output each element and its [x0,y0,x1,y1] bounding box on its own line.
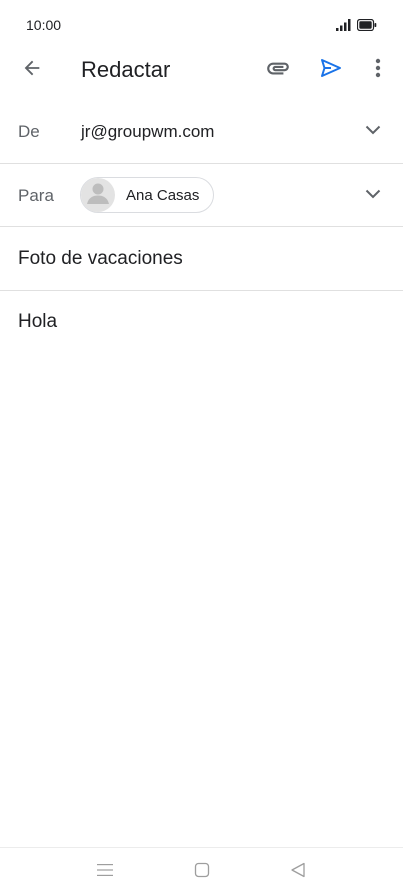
chevron-down-icon [365,186,381,204]
page-title: Redactar [81,57,171,82]
signal-icon [336,18,352,36]
back-button[interactable] [14,52,50,88]
subject-field[interactable]: Foto de vacaciones [18,248,183,270]
from-row: De jr@groupwm.com [0,100,403,164]
status-time: 10:00 [26,17,62,33]
send-icon [319,56,343,85]
subject-row: Foto de vacaciones [0,227,403,291]
more-options-button[interactable] [364,52,392,88]
body-field[interactable]: Hola [18,311,388,333]
to-label: Para [18,186,54,205]
from-expand-button[interactable] [361,119,385,143]
battery-icon [356,18,377,36]
back-arrow-icon [21,57,43,84]
attach-icon [265,55,291,86]
chevron-down-icon [365,122,381,140]
recipient-name: Ana Casas [126,186,200,204]
to-expand-button[interactable] [361,183,385,207]
back-icon [290,862,306,883]
from-label: De [18,122,40,141]
to-row: Para Ana Casas [0,164,403,227]
attach-button[interactable] [260,52,296,88]
more-vert-icon [375,58,381,83]
app-bar: Redactar [0,48,403,92]
avatar [81,178,115,212]
system-nav-bar [0,847,403,896]
person-icon [81,178,115,212]
status-icons [336,18,377,36]
send-button[interactable] [313,52,349,88]
from-account[interactable]: jr@groupwm.com [81,122,214,142]
home-button[interactable] [190,862,214,882]
status-bar: 10:00 [0,0,403,48]
recent-apps-button[interactable] [93,862,117,882]
menu-icon [97,863,113,882]
home-icon [194,862,210,883]
system-back-button[interactable] [286,862,310,882]
recipient-chip[interactable]: Ana Casas [80,177,215,213]
